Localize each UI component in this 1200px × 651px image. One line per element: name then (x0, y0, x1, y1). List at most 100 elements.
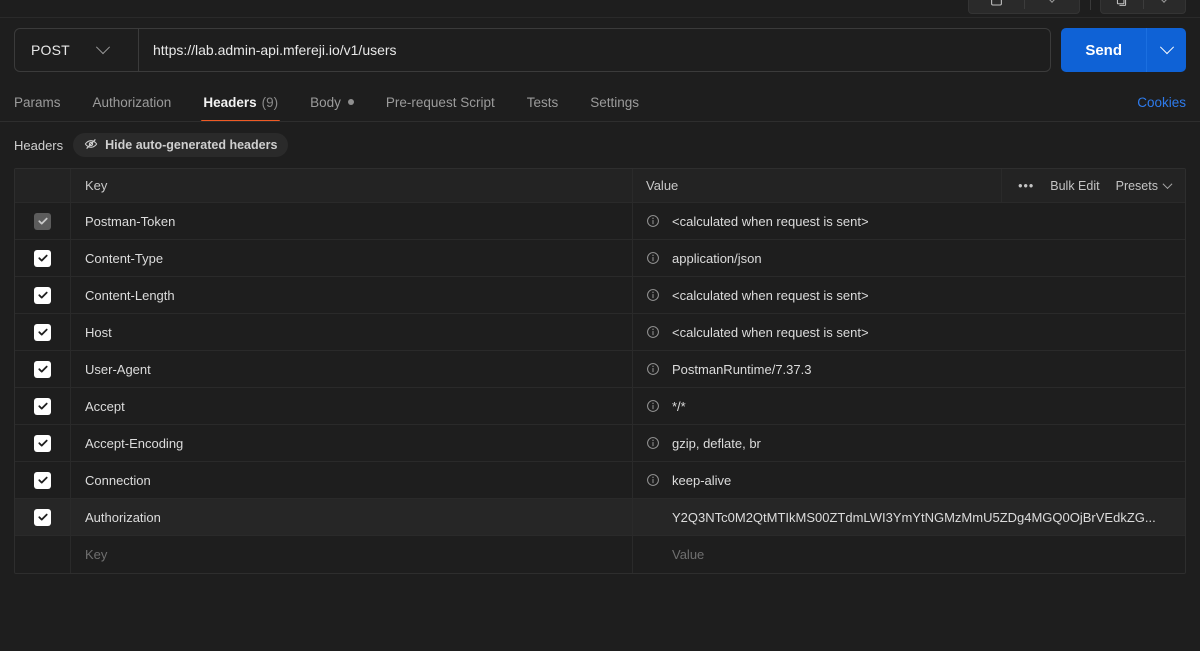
info-icon[interactable] (646, 325, 660, 339)
ellipsis-icon[interactable]: ••• (1018, 179, 1034, 193)
row-checkbox-cell (15, 203, 71, 239)
method-selector[interactable]: POST (15, 29, 139, 71)
row-value-cell[interactable]: PostmanRuntime/7.37.3 (633, 351, 1185, 387)
info-icon[interactable] (646, 473, 660, 487)
send-button[interactable]: Send (1061, 28, 1186, 72)
toolbar-divider (1090, 0, 1091, 10)
cookies-link[interactable]: Cookies (1137, 95, 1186, 110)
info-icon[interactable] (646, 251, 660, 265)
row-checkbox-cell (15, 499, 71, 535)
row-checkbox[interactable] (34, 213, 51, 230)
tab-pre-request-script[interactable]: Pre-request Script (386, 86, 495, 118)
tab-label: Body (310, 95, 341, 110)
eye-slash-icon (84, 137, 98, 154)
row-value: <calculated when request is sent> (672, 325, 869, 340)
row-key[interactable]: Connection (71, 462, 633, 498)
row-key[interactable]: Accept (71, 388, 633, 424)
bulk-edit-button[interactable]: Bulk Edit (1050, 179, 1099, 193)
request-bar: POST Send (0, 18, 1200, 72)
info-icon[interactable] (646, 362, 660, 376)
tab-label: Tests (527, 95, 559, 110)
row-key[interactable]: User-Agent (71, 351, 633, 387)
info-icon[interactable] (646, 436, 660, 450)
row-key[interactable]: Accept-Encoding (71, 425, 633, 461)
column-header-value-cell: Value ••• Bulk Edit Presets (633, 169, 1185, 202)
header-checkbox-cell (15, 169, 71, 202)
top-toolbar-strip (0, 0, 1200, 18)
share-caret-icon[interactable] (1144, 0, 1186, 13)
new-row-value-cell[interactable]: Value (633, 536, 1185, 573)
row-value-cell[interactable]: */* (633, 388, 1185, 424)
tab-tests[interactable]: Tests (527, 86, 559, 118)
row-key[interactable]: Content-Type (71, 240, 633, 276)
table-row[interactable]: Authorization Y2Q3NTc0M2QtMTIkMS00ZTdmLW… (15, 499, 1185, 536)
row-value-cell[interactable]: <calculated when request is sent> (633, 314, 1185, 350)
hide-auto-generated-headers-label: Hide auto-generated headers (105, 138, 277, 152)
row-checkbox-cell (15, 240, 71, 276)
save-caret-icon[interactable] (1025, 0, 1080, 13)
row-checkbox[interactable] (34, 435, 51, 452)
url-input[interactable] (139, 29, 1050, 71)
row-value-cell[interactable]: <calculated when request is sent> (633, 203, 1185, 239)
table-row[interactable]: User-Agent PostmanRuntime/7.37.3 (15, 351, 1185, 388)
tab-label: Params (14, 95, 61, 110)
send-caret-icon[interactable] (1146, 28, 1186, 72)
row-value-cell[interactable]: keep-alive (633, 462, 1185, 498)
row-checkbox-cell (15, 277, 71, 313)
info-icon-placeholder (646, 510, 660, 524)
row-checkbox[interactable] (34, 287, 51, 304)
info-icon[interactable] (646, 399, 660, 413)
table-row[interactable]: Content-Length <calculated when request … (15, 277, 1185, 314)
row-value: keep-alive (672, 473, 731, 488)
row-key[interactable]: Content-Length (71, 277, 633, 313)
toolbar-group-save[interactable] (968, 0, 1080, 14)
row-value-cell[interactable]: gzip, deflate, br (633, 425, 1185, 461)
tab-label: Authorization (93, 95, 172, 110)
row-value: Y2Q3NTc0M2QtMTIkMS00ZTdmLWI3YmYtNGMzMmU5… (672, 510, 1156, 525)
tab-label: Settings (590, 95, 639, 110)
presets-button[interactable]: Presets (1116, 179, 1171, 193)
row-value-cell[interactable]: <calculated when request is sent> (633, 277, 1185, 313)
table-row[interactable]: Accept-Encoding gzip, deflate, br (15, 425, 1185, 462)
row-checkbox-cell (15, 351, 71, 387)
row-value-cell[interactable]: Y2Q3NTc0M2QtMTIkMS00ZTdmLWI3YmYtNGMzMmU5… (633, 499, 1185, 535)
new-row-key-input[interactable]: Key (71, 536, 633, 573)
table-row[interactable]: Connection keep-alive (15, 462, 1185, 499)
table-row[interactable]: Host <calculated when request is sent> (15, 314, 1185, 351)
save-icon[interactable] (969, 0, 1024, 13)
info-icon[interactable] (646, 288, 660, 302)
hide-auto-generated-headers-button[interactable]: Hide auto-generated headers (73, 133, 288, 157)
new-row-value-input[interactable]: Value (672, 547, 704, 562)
row-checkbox[interactable] (34, 472, 51, 489)
table-new-row[interactable]: Key Value (15, 536, 1185, 573)
copy-icon[interactable] (1101, 0, 1143, 13)
row-checkbox[interactable] (34, 509, 51, 526)
tab-params[interactable]: Params (14, 86, 61, 118)
row-key[interactable]: Postman-Token (71, 203, 633, 239)
row-checkbox[interactable] (34, 324, 51, 341)
tab-label: Pre-request Script (386, 95, 495, 110)
headers-table: Key Value ••• Bulk Edit Presets Postman-… (14, 168, 1186, 574)
table-row[interactable]: Accept */* (15, 388, 1185, 425)
row-value-cell[interactable]: application/json (633, 240, 1185, 276)
row-key[interactable]: Host (71, 314, 633, 350)
row-checkbox[interactable] (34, 250, 51, 267)
tab-authorization[interactable]: Authorization (93, 86, 172, 118)
row-value: PostmanRuntime/7.37.3 (672, 362, 811, 377)
chevron-down-icon (1163, 179, 1173, 189)
table-row[interactable]: Content-Type application/json (15, 240, 1185, 277)
tab-body[interactable]: Body (310, 86, 354, 118)
tab-settings[interactable]: Settings (590, 86, 639, 118)
row-checkbox-cell (15, 425, 71, 461)
row-checkbox[interactable] (34, 398, 51, 415)
row-checkbox[interactable] (34, 361, 51, 378)
presets-label: Presets (1116, 179, 1158, 193)
toolbar-group-share[interactable] (1100, 0, 1186, 14)
column-header-key: Key (71, 169, 633, 202)
send-label[interactable]: Send (1061, 28, 1146, 72)
info-icon[interactable] (646, 214, 660, 228)
row-value: <calculated when request is sent> (672, 214, 869, 229)
table-row[interactable]: Postman-Token <calculated when request i… (15, 203, 1185, 240)
row-key[interactable]: Authorization (71, 499, 633, 535)
tab-headers[interactable]: Headers (9) (203, 86, 278, 118)
